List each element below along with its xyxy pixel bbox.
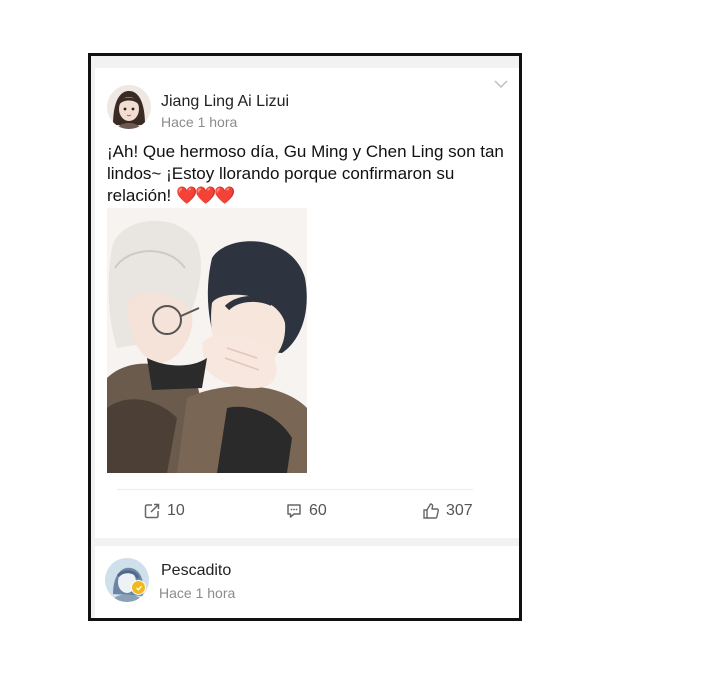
- share-icon: [144, 503, 160, 519]
- comment-button[interactable]: 60: [285, 500, 327, 522]
- author-avatar[interactable]: [105, 558, 149, 602]
- post-body: ¡Ah! Que hermoso día, Gu Ming y Chen Lin…: [107, 142, 504, 205]
- actions-divider: [117, 489, 473, 490]
- thumbs-up-icon: [423, 503, 439, 519]
- post-image[interactable]: [107, 208, 307, 473]
- comment-count: 60: [309, 502, 327, 519]
- post-time: Hace 1 hora: [159, 585, 236, 601]
- comment-icon: [287, 504, 301, 518]
- share-button[interactable]: 10: [143, 500, 185, 522]
- like-count: 307: [446, 502, 473, 519]
- post-text: ¡Ah! Que hermoso día, Gu Ming y Chen Lin…: [107, 141, 511, 207]
- feed-panel: Jiang Ling Ai Lizui Hace 1 hora ¡Ah! Que…: [88, 53, 522, 621]
- author-name[interactable]: Jiang Ling Ai Lizui: [161, 93, 289, 111]
- author-avatar[interactable]: [107, 85, 151, 129]
- like-button[interactable]: 307: [422, 500, 473, 522]
- post-card: Jiang Ling Ai Lizui Hace 1 hora ¡Ah! Que…: [95, 68, 519, 538]
- post-time: Hace 1 hora: [161, 114, 238, 130]
- author-name[interactable]: Pescadito: [161, 562, 231, 580]
- verified-badge-icon: [131, 580, 146, 595]
- share-count: 10: [167, 502, 185, 519]
- chevron-down-icon[interactable]: [493, 76, 509, 92]
- post-card: Pescadito Hace 1 hora: [95, 546, 519, 618]
- heart-emoji-icons: ❤️❤️❤️: [176, 186, 235, 205]
